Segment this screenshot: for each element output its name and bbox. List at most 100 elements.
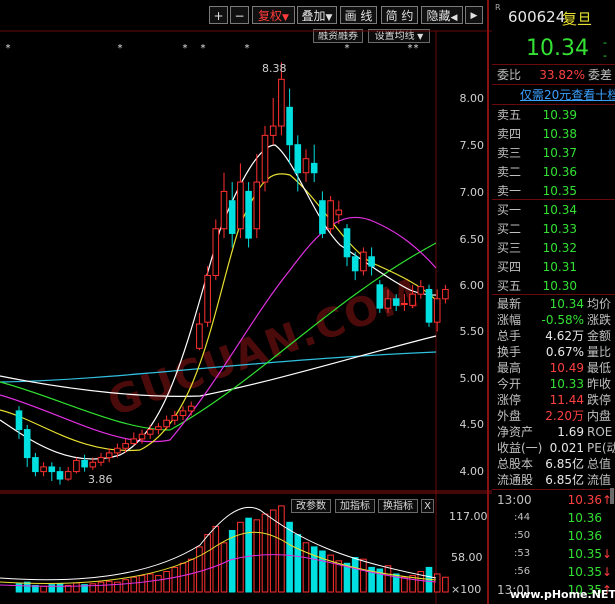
quote-stat-row: 总股本 6.85亿 总值 [492,456,615,472]
volume-unit: ×100 [451,583,482,596]
quote-stat-extra: ROE [587,425,613,439]
candle-body [171,415,179,421]
quote-stat-value: 4.62万 [545,329,584,343]
current-price: 10.34 [526,36,589,61]
candle-body [23,429,31,459]
price-tick-4.50: 4.50 [459,418,485,431]
bid-level-label: 买一 [497,203,522,217]
candle-body [286,106,293,146]
price-tick-7.00: 7.00 [459,186,485,199]
candle-body [48,466,56,473]
quote-stat-row: 外盘 2.20万 内盘 [492,408,615,424]
add-indicator-button[interactable]: 加指标 [335,499,375,513]
quote-stat-label: 总手 [497,329,522,343]
quote-stat-extra: 昨收 [587,377,612,391]
candle-body [220,190,228,230]
tick-time: 13:00 [497,493,532,507]
tick-price: 10.36 [567,511,602,525]
candle-body [89,461,97,468]
volume-bar [245,517,252,593]
ask-level-label: 卖二 [497,165,522,179]
bid-level-row[interactable]: 买三 10.32 [492,239,615,257]
quote-stat-label: 最高 [497,361,522,375]
ask-level-price: 10.39 [542,108,577,122]
candle-body [163,419,170,428]
candle-body [417,286,425,295]
ask-level-price: 10.36 [542,165,577,179]
tick-price: 10.36 [567,493,602,507]
candle-body [401,302,408,305]
quote-stat-value: 0.021 [549,441,584,455]
quote-stat-extra: 最低 [587,361,612,375]
candle-body [187,405,195,412]
volume-bar [40,585,47,593]
candle-body [425,288,433,323]
price-tick-5.50: 5.50 [459,325,485,338]
bid-level-price: 10.33 [542,222,577,236]
ask-level-row[interactable]: 卖五 10.39 [492,106,615,124]
quote-stat-row: 涨幅 -0.58% 涨跌 [492,312,615,328]
stock-code: 600624 [508,8,566,26]
volume-tick-117: 117.00 [449,510,488,523]
candle-body [302,158,310,174]
ask-level-row[interactable]: 卖一 10.35 [492,182,615,200]
event-star-icon: * [245,43,250,54]
volume-bar [155,575,162,593]
bid-level-row[interactable]: 买二 10.33 [492,220,615,238]
tick-row: :56 10.35 ↓ [492,563,615,581]
volume-bar [196,546,203,593]
ask-level-row[interactable]: 卖二 10.36 [492,163,615,181]
candle-body [122,443,129,449]
volume-bar [138,575,146,593]
ask-level-price: 10.38 [542,127,577,141]
candle-body [384,298,392,309]
quote-stat-label: 涨停 [497,393,522,407]
wei-cha-label: 委差 [588,68,613,82]
ask-level-row[interactable]: 卖三 10.37 [492,144,615,162]
modify-params-button[interactable]: 改参数 [291,499,331,513]
ask-level-price: 10.37 [542,146,577,160]
bid-level-label: 买四 [497,260,522,274]
price-tick-6.50: 6.50 [459,233,485,246]
candle-body [138,433,146,440]
ask-level-label: 卖三 [497,146,522,160]
tick-time: :56 [514,566,531,577]
quote-stat-row: 收益(一) 0.021 PE(动 [492,440,615,456]
swap-indicator-button[interactable]: 换指标 [378,499,418,513]
candle-body [73,459,80,473]
candle-body [97,457,105,463]
tick-price: 10.35 [567,547,602,561]
quote-stat-value: 6.85亿 [545,457,584,471]
quote-stat-row: 涨停 11.44 跌停 [492,392,615,408]
candle-body [269,125,277,136]
event-markers: * * * * * * * * [6,43,419,54]
candle-body [130,438,138,445]
quote-stat-extra: 均价 [587,297,612,311]
bid-level-row[interactable]: 买四 10.31 [492,258,615,276]
quote-stat-value: -0.58% [541,313,584,327]
site-watermark: www.pHome.NET [510,588,615,601]
quote-stat-extra: 总值 [587,457,612,471]
volume-bar [56,583,64,593]
quote-stat-value: 1.69 [557,425,584,439]
bid-level-row[interactable]: 买一 10.34 [492,201,615,219]
bid-level-row[interactable]: 买五 10.30 [492,277,615,295]
scrollbar-indicator[interactable] [610,488,614,504]
price-tick-6.00: 6.00 [459,279,485,292]
quote-stat-extra: 流值 [587,473,612,487]
bid-level-label: 买三 [497,241,522,255]
volume-bar [269,509,277,593]
wei-bi-value: 33.82% [539,68,585,82]
tick-row: :50 10.36 [492,527,615,545]
candle-body [155,426,162,431]
ask-level-row[interactable]: 卖四 10.38 [492,125,615,143]
candle-body [204,274,211,323]
close-indicator-button[interactable]: X [421,499,434,513]
volume-bar [122,579,129,593]
candle-body [351,256,359,272]
candle-body [368,256,375,267]
volume-bar [97,581,105,593]
candlestick-chart[interactable]: * * * * * * * * [0,0,492,604]
ten-level-promo-link[interactable]: 仅需20元查看十档 [520,86,615,103]
quote-stat-row: 流通股 6.85亿 流值 [492,472,615,488]
